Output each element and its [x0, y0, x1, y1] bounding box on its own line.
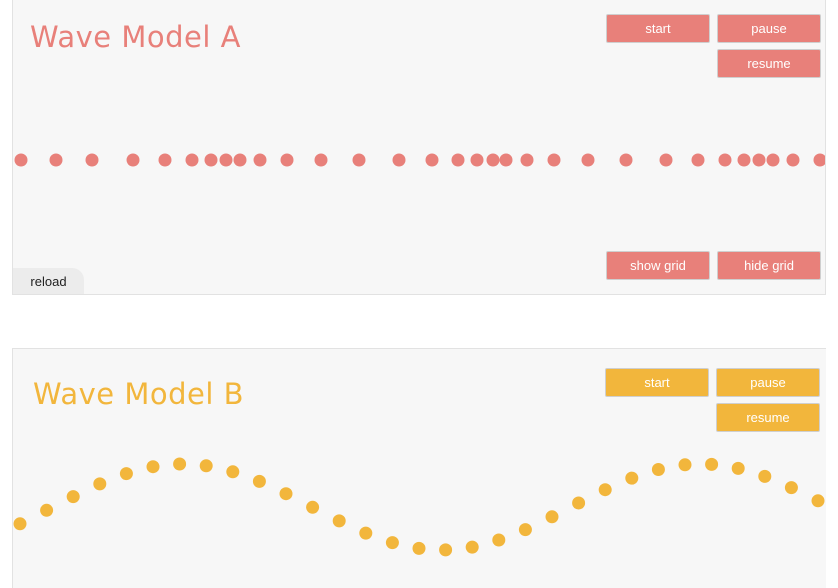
wave-a-particle [520, 153, 534, 167]
wave-a-particle [204, 153, 218, 167]
show-grid-button[interactable]: show grid [606, 251, 710, 280]
wave-b-particle [93, 477, 107, 491]
wave-b-particle [146, 460, 160, 474]
wave-b-particle [492, 533, 506, 547]
wave-a-particle [718, 153, 732, 167]
wave-model-b-panel: Wave Model B start pause resume [12, 348, 826, 588]
wave-b-particle [119, 467, 133, 481]
wave-a-particle [691, 153, 705, 167]
wave-b-particle [66, 490, 80, 504]
wave-a-particle [158, 153, 172, 167]
wave-b-particle [811, 494, 825, 508]
wave-b-particle [651, 463, 665, 476]
wave-b-particle [465, 540, 479, 554]
wave-a-particle [619, 153, 633, 167]
wave-b-particle [332, 514, 346, 528]
wave-a-particle [280, 153, 294, 167]
wave-b-particle [439, 543, 453, 557]
wave-b-particle [13, 517, 27, 531]
wave-b-particle [252, 474, 266, 488]
wave-b-particle [705, 457, 719, 471]
wave-b-particle [518, 523, 532, 537]
wave-b-particle [226, 465, 240, 479]
wave-a-particle [547, 153, 561, 167]
wave-a-particle [813, 153, 825, 167]
wave-b-particle [173, 457, 187, 471]
wave-a-particle [126, 153, 140, 167]
wave-b-particle [279, 487, 293, 501]
wave-a-particle [499, 153, 513, 167]
wave-a-particle [49, 153, 63, 167]
wave-b-particle [545, 510, 559, 524]
wave-a-particle [486, 153, 500, 167]
wave-b-particle [385, 536, 399, 550]
wave-b-particle [572, 496, 586, 510]
wave-a-particle [392, 153, 406, 167]
wave-b-particle [625, 471, 639, 485]
wave-b-particles [13, 457, 825, 557]
wave-a-particle [737, 153, 751, 167]
wave-b-particle [731, 461, 745, 475]
hide-grid-button[interactable]: hide grid [717, 251, 821, 280]
wave-b-particle [199, 459, 213, 473]
wave-b-particle [598, 483, 612, 497]
wave-b-particle [359, 526, 373, 540]
reload-button[interactable]: reload [13, 268, 84, 294]
wave-a-particle [581, 153, 595, 167]
wave-a-particle [185, 153, 199, 167]
wave-a-particle [786, 153, 800, 167]
wave-model-a-panel: Wave Model A start pause resume show gri… [12, 0, 826, 295]
wave-a-particle [14, 153, 28, 167]
wave-b-particle [784, 481, 798, 495]
wave-a-particle [425, 153, 439, 167]
wave-b-particle [678, 458, 692, 472]
wave-b-particle [40, 503, 54, 517]
wave-b-particle [758, 469, 772, 483]
wave-a-particle [470, 153, 484, 167]
wave-a-particle [253, 153, 267, 167]
wave-a-particle [314, 153, 328, 167]
wave-a-particle [766, 153, 780, 167]
wave-a-particle [233, 153, 247, 167]
wave-a-particle [451, 153, 465, 167]
wave-b-particle [306, 500, 320, 514]
wave-a-particle [85, 153, 99, 167]
wave-a-particle [659, 153, 673, 167]
wave-a-particle [752, 153, 766, 167]
wave-a-particle [219, 153, 233, 167]
wave-b-particle [412, 541, 426, 555]
wave-a-particle [352, 153, 366, 167]
